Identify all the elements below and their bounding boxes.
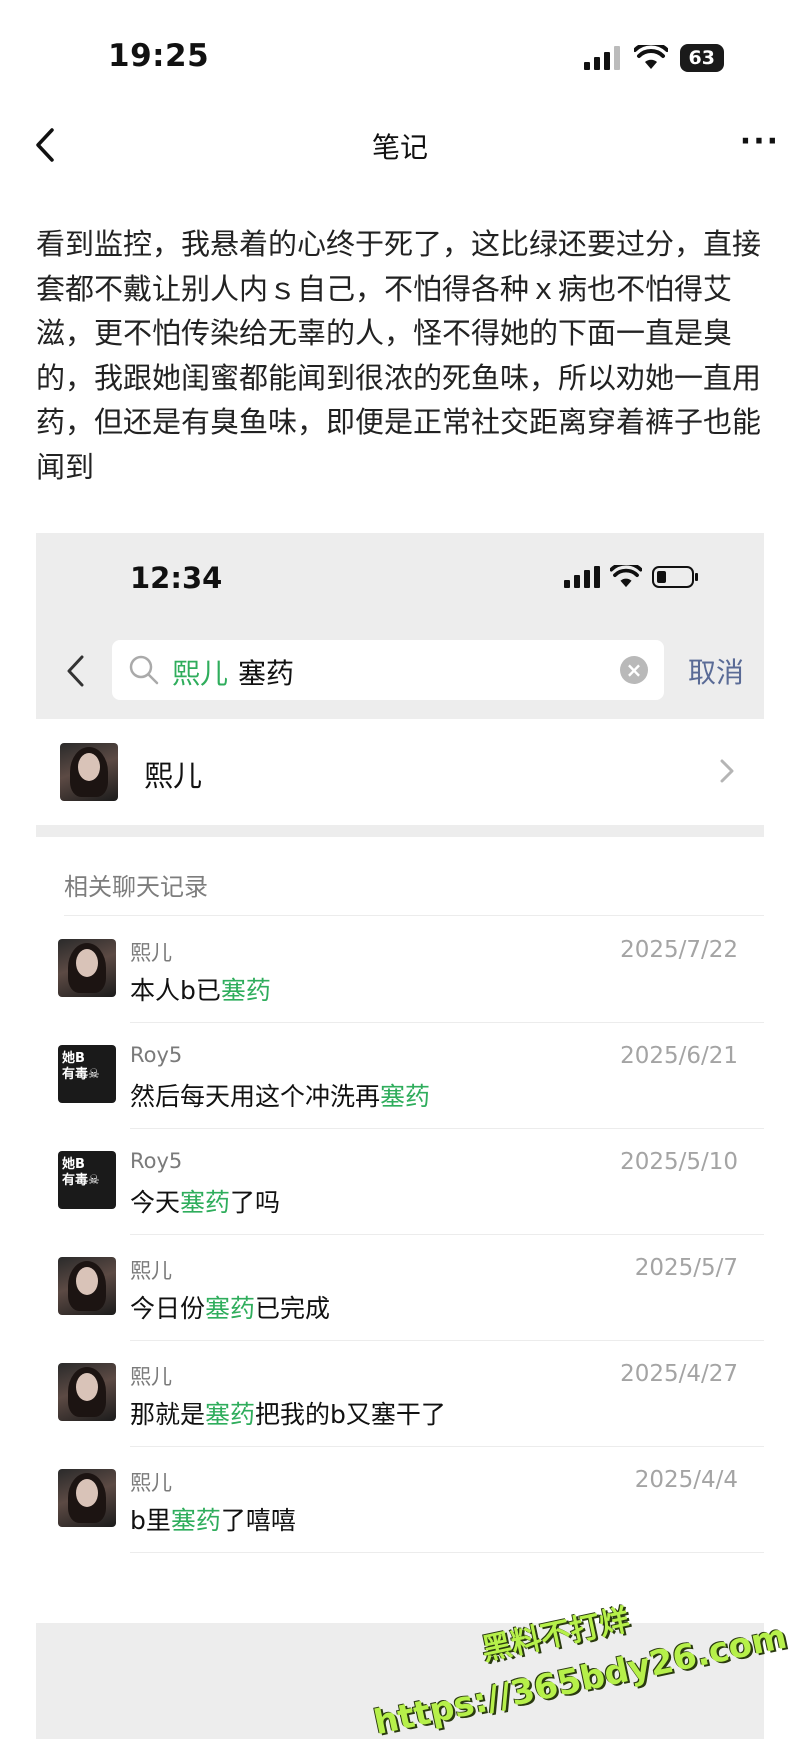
status-bar: 19:25 63 <box>0 0 800 110</box>
avatar: 她B 有毒☠ <box>58 1045 116 1103</box>
page-title: 笔记 <box>371 131 428 164</box>
message-text: 今日份塞药已完成 <box>130 1289 330 1325</box>
avatar <box>58 1469 116 1527</box>
signal-icon <box>583 46 620 70</box>
message-text: 那就是塞药把我的b又塞干了 <box>130 1395 446 1431</box>
message-text: 然后每天用这个冲洗再塞药 <box>130 1077 430 1113</box>
sender-name: Roy5 <box>130 1043 183 1067</box>
message-text: 本人b已塞药 <box>130 971 271 1007</box>
sender-name: Roy5 <box>130 1149 183 1173</box>
message-text-part: 了吗 <box>230 1188 281 1217</box>
chat-result-item[interactable]: 她B 有毒☠ Roy5 2025/5/10 今天塞药了吗 <box>36 1129 764 1235</box>
avatar <box>60 743 118 801</box>
message-text: 今天塞药了吗 <box>130 1183 280 1219</box>
avatar-text-line: 她B <box>62 1157 85 1172</box>
message-highlight: 塞药 <box>170 1506 221 1535</box>
sender-name: 熙儿 <box>130 941 172 965</box>
battery-icon <box>652 566 698 588</box>
message-date: 2025/4/4 <box>634 1467 738 1493</box>
search-header: 12:34 熙儿 塞药 × 取消 <box>36 533 764 719</box>
avatar <box>58 1363 116 1421</box>
message-highlight: 塞药 <box>220 976 271 1005</box>
status-icons: 63 <box>583 44 724 72</box>
message-date: 2025/5/7 <box>634 1255 738 1281</box>
message-date: 2025/4/27 <box>620 1361 738 1387</box>
embedded-screenshot: 12:34 熙儿 塞药 × 取消 熙儿 相关聊天记录 熙儿 2025/7/22 … <box>36 533 764 1739</box>
inner-status-icons <box>564 565 700 589</box>
chat-result-item[interactable]: 熙儿 2025/7/22 本人b已塞药 <box>36 917 764 1023</box>
divider <box>36 825 764 837</box>
status-time: 19:25 <box>108 38 210 74</box>
more-icon[interactable]: ··· <box>740 124 780 159</box>
message-highlight: 塞药 <box>205 1294 256 1323</box>
contact-result[interactable]: 熙儿 <box>36 719 764 825</box>
message-date: 2025/5/10 <box>620 1149 738 1175</box>
message-text-part: 了嘻嘻 <box>220 1506 296 1535</box>
section-title: 相关聊天记录 <box>64 873 208 901</box>
chat-result-item[interactable]: 熙儿 2025/5/7 今日份塞药已完成 <box>36 1235 764 1341</box>
back-arrow-icon[interactable] <box>60 651 90 691</box>
search-input[interactable]: 熙儿 塞药 × <box>112 640 664 700</box>
chat-result-item[interactable]: 熙儿 2025/4/27 那就是塞药把我的b又塞干了 <box>36 1341 764 1447</box>
message-text-part: b里 <box>130 1506 171 1535</box>
message-text-part: 已完成 <box>255 1294 331 1323</box>
message-text-part: 然后每天用这个冲洗再 <box>130 1082 381 1111</box>
avatar-text-line: 她B <box>62 1051 85 1066</box>
avatar-text-line: 有毒☠ <box>62 1173 100 1188</box>
chat-result-item[interactable]: 熙儿 2025/4/4 b里塞药了嘻嘻 <box>36 1447 764 1553</box>
avatar <box>58 1257 116 1315</box>
clear-search-icon[interactable]: × <box>620 656 648 684</box>
message-highlight: 塞药 <box>380 1082 431 1111</box>
avatar-text-line: 有毒☠ <box>62 1067 100 1082</box>
wifi-icon <box>610 565 642 588</box>
message-text-part: 本人b已 <box>130 976 221 1005</box>
search-query-term: 塞药 <box>238 657 295 690</box>
message-text-part: 今天 <box>130 1188 181 1217</box>
divider <box>64 915 764 916</box>
message-text-part: 把我的b又塞干了 <box>255 1400 446 1429</box>
avatar: 她B 有毒☠ <box>58 1151 116 1209</box>
message-text-part: 今日份 <box>130 1294 206 1323</box>
avatar <box>58 939 116 997</box>
divider <box>130 1552 764 1553</box>
cancel-button[interactable]: 取消 <box>688 651 744 691</box>
message-highlight: 塞药 <box>180 1188 231 1217</box>
message-text: b里塞药了嘻嘻 <box>130 1501 296 1537</box>
battery-indicator: 63 <box>679 44 724 72</box>
inner-status-time: 12:34 <box>130 561 223 595</box>
search-icon <box>129 655 159 685</box>
message-date: 2025/7/22 <box>620 937 738 963</box>
signal-icon <box>564 566 600 588</box>
note-body: 看到监控，我悬着的心终于死了，这比绿还要过分，直接套都不戴让别人内ｓ自己，不怕得… <box>36 227 762 484</box>
nav-bar: 笔记 ··· <box>0 110 800 180</box>
wifi-icon <box>633 45 668 69</box>
search-query: 熙儿 塞药 <box>172 652 294 692</box>
search-query-name: 熙儿 <box>172 657 229 690</box>
sender-name: 熙儿 <box>130 1471 172 1495</box>
message-text-part: 那就是 <box>130 1400 206 1429</box>
sender-name: 熙儿 <box>130 1365 172 1389</box>
message-highlight: 塞药 <box>205 1400 256 1429</box>
sender-name: 熙儿 <box>130 1259 172 1283</box>
message-date: 2025/6/21 <box>620 1043 738 1069</box>
chat-result-item[interactable]: 她B 有毒☠ Roy5 2025/6/21 然后每天用这个冲洗再塞药 <box>36 1023 764 1129</box>
chevron-right-icon <box>720 759 734 783</box>
contact-name: 熙儿 <box>144 759 203 793</box>
